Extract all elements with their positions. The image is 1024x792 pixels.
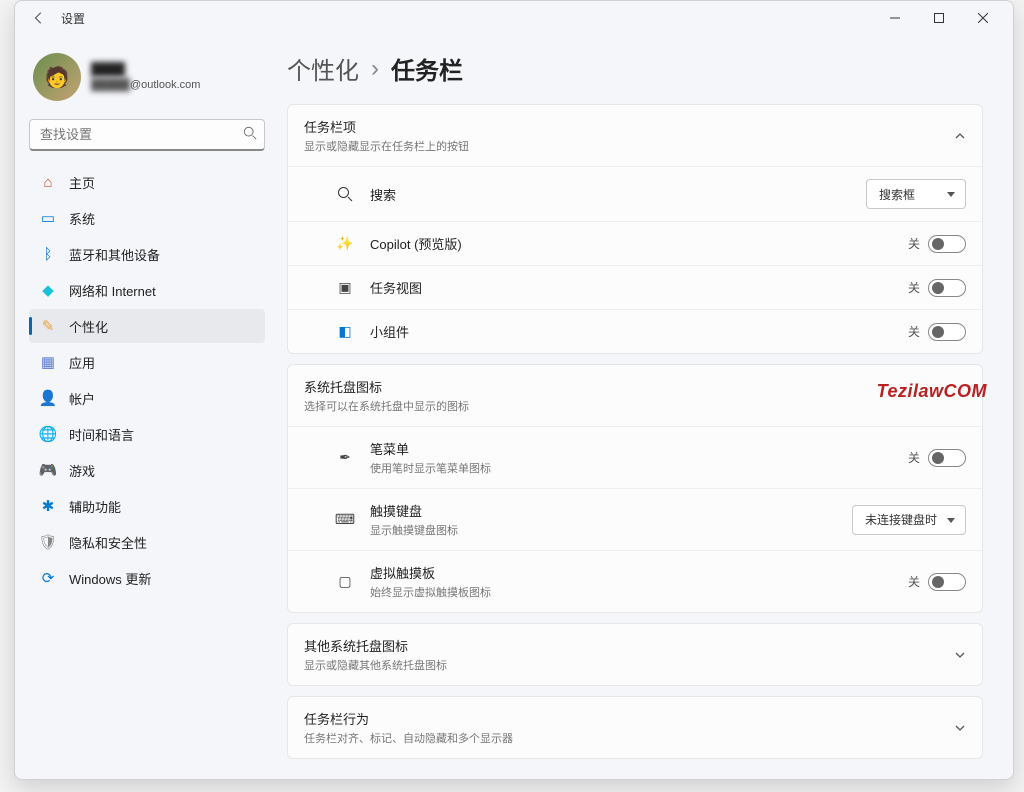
minimize-button[interactable] <box>873 2 917 34</box>
window-title: 设置 <box>61 10 85 27</box>
maximize-button[interactable] <box>917 2 961 34</box>
update-icon: ⟳ <box>39 569 57 587</box>
nav-privacy[interactable]: 🛡隐私和安全性 <box>29 525 265 559</box>
home-icon: ⌂ <box>39 173 57 191</box>
nav-system[interactable]: ▭系统 <box>29 201 265 235</box>
chevron-down-icon <box>954 649 966 661</box>
section-tray: 系统托盘图标 选择可以在系统托盘中显示的图标 ✒ 笔菜单使用笔时显示笔菜单图标 … <box>287 364 983 613</box>
widgets-icon: ◧ <box>334 323 356 340</box>
section-header-tray: 系统托盘图标 选择可以在系统托盘中显示的图标 <box>288 365 982 426</box>
row-search: 搜索 搜索框 <box>288 166 982 221</box>
chevron-down-icon <box>954 722 966 734</box>
bluetooth-icon: ᛒ <box>39 245 57 263</box>
avatar: 🧑 <box>33 53 81 101</box>
get-help-link[interactable]: ❓获取帮助 <box>287 777 983 779</box>
nav-personalize[interactable]: ✎个性化 <box>29 309 265 343</box>
row-taskview: ▣ 任务视图 关 <box>288 265 982 309</box>
taskview-icon: ▣ <box>334 279 356 296</box>
keyboard-icon: ⌨ <box>334 511 356 528</box>
sidebar: 🧑 ████ █████@outlook.com ⌂主页 ▭系统 ᛒ蓝牙和其他设… <box>15 35 275 779</box>
personalize-icon: ✎ <box>39 317 57 335</box>
section-header-behavior[interactable]: 任务栏行为 任务栏对齐、标记、自动隐藏和多个显示器 <box>288 697 982 758</box>
settings-window: 设置 🧑 ████ █████@outlook.com ⌂主页 ▭系统 <box>14 0 1014 780</box>
maximize-icon <box>934 13 944 23</box>
minimize-icon <box>890 13 900 23</box>
section-behavior: 任务栏行为 任务栏对齐、标记、自动隐藏和多个显示器 <box>287 696 983 759</box>
system-icon: ▭ <box>39 209 57 227</box>
section-taskbar-items: 任务栏项 显示或隐藏显示在任务栏上的按钮 搜索 搜索框 ✨ Copilot (预… <box>287 104 983 354</box>
nav-home[interactable]: ⌂主页 <box>29 165 265 199</box>
back-button[interactable] <box>23 2 55 34</box>
taskview-toggle[interactable] <box>928 279 966 297</box>
search-icon <box>334 186 356 202</box>
touchpad-icon: ▢ <box>334 573 356 590</box>
row-touchpad: ▢ 虚拟触摸板始终显示虚拟触摸板图标 关 <box>288 550 982 612</box>
breadcrumb-current: 任务栏 <box>391 51 463 86</box>
row-touch-keyboard: ⌨ 触摸键盘显示触摸键盘图标 未连接键盘时 <box>288 488 982 550</box>
accessibility-icon: ✱ <box>39 497 57 515</box>
window-controls <box>873 2 1005 34</box>
close-icon <box>978 13 988 23</box>
nav-apps[interactable]: ▦应用 <box>29 345 265 379</box>
pen-toggle[interactable] <box>928 449 966 467</box>
time-icon: 🌐 <box>39 425 57 443</box>
section-other-tray: 其他系统托盘图标 显示或隐藏其他系统托盘图标 <box>287 623 983 686</box>
section-header-taskbar-items[interactable]: 任务栏项 显示或隐藏显示在任务栏上的按钮 <box>288 105 982 166</box>
row-widgets: ◧ 小组件 关 <box>288 309 982 353</box>
touch-keyboard-dropdown[interactable]: 未连接键盘时 <box>852 505 966 535</box>
row-pen: ✒ 笔菜单使用笔时显示笔菜单图标 关 <box>288 426 982 488</box>
nav-bluetooth[interactable]: ᛒ蓝牙和其他设备 <box>29 237 265 271</box>
copilot-toggle[interactable] <box>928 235 966 253</box>
profile-name: ████ <box>91 62 200 78</box>
nav-update[interactable]: ⟳Windows 更新 <box>29 561 265 595</box>
account-icon: 👤 <box>39 389 57 407</box>
breadcrumb: 个性化 › 任务栏 <box>287 51 983 86</box>
nav-time[interactable]: 🌐时间和语言 <box>29 417 265 451</box>
content: 个性化 › 任务栏 任务栏项 显示或隐藏显示在任务栏上的按钮 搜索 搜索框 <box>275 35 1013 779</box>
profile[interactable]: 🧑 ████ █████@outlook.com <box>29 47 265 115</box>
close-button[interactable] <box>961 2 1005 34</box>
touchpad-toggle[interactable] <box>928 573 966 591</box>
pen-icon: ✒ <box>334 449 356 466</box>
search-dropdown[interactable]: 搜索框 <box>866 179 966 209</box>
gaming-icon: 🎮 <box>39 461 57 479</box>
search-icon <box>243 126 257 140</box>
network-icon: ◆ <box>39 281 57 299</box>
privacy-icon: 🛡 <box>39 533 57 551</box>
search-input[interactable] <box>29 119 265 151</box>
nav-gaming[interactable]: 🎮游戏 <box>29 453 265 487</box>
nav-network[interactable]: ◆网络和 Internet <box>29 273 265 307</box>
arrow-left-icon <box>32 11 46 25</box>
nav-account[interactable]: 👤帐户 <box>29 381 265 415</box>
profile-email: █████@outlook.com <box>91 78 200 92</box>
chevron-up-icon <box>954 130 966 142</box>
search-box <box>29 119 265 151</box>
widgets-toggle[interactable] <box>928 323 966 341</box>
chevron-right-icon: › <box>371 55 379 83</box>
apps-icon: ▦ <box>39 353 57 371</box>
copilot-icon: ✨ <box>334 235 356 252</box>
nav: ⌂主页 ▭系统 ᛒ蓝牙和其他设备 ◆网络和 Internet ✎个性化 ▦应用 … <box>29 165 265 595</box>
section-header-other-tray[interactable]: 其他系统托盘图标 显示或隐藏其他系统托盘图标 <box>288 624 982 685</box>
footer-links: ❓获取帮助 💬提供反馈 <box>287 777 983 779</box>
nav-accessibility[interactable]: ✱辅助功能 <box>29 489 265 523</box>
breadcrumb-parent[interactable]: 个性化 <box>287 51 359 86</box>
titlebar: 设置 <box>15 1 1013 35</box>
row-copilot: ✨ Copilot (预览版) 关 <box>288 221 982 265</box>
